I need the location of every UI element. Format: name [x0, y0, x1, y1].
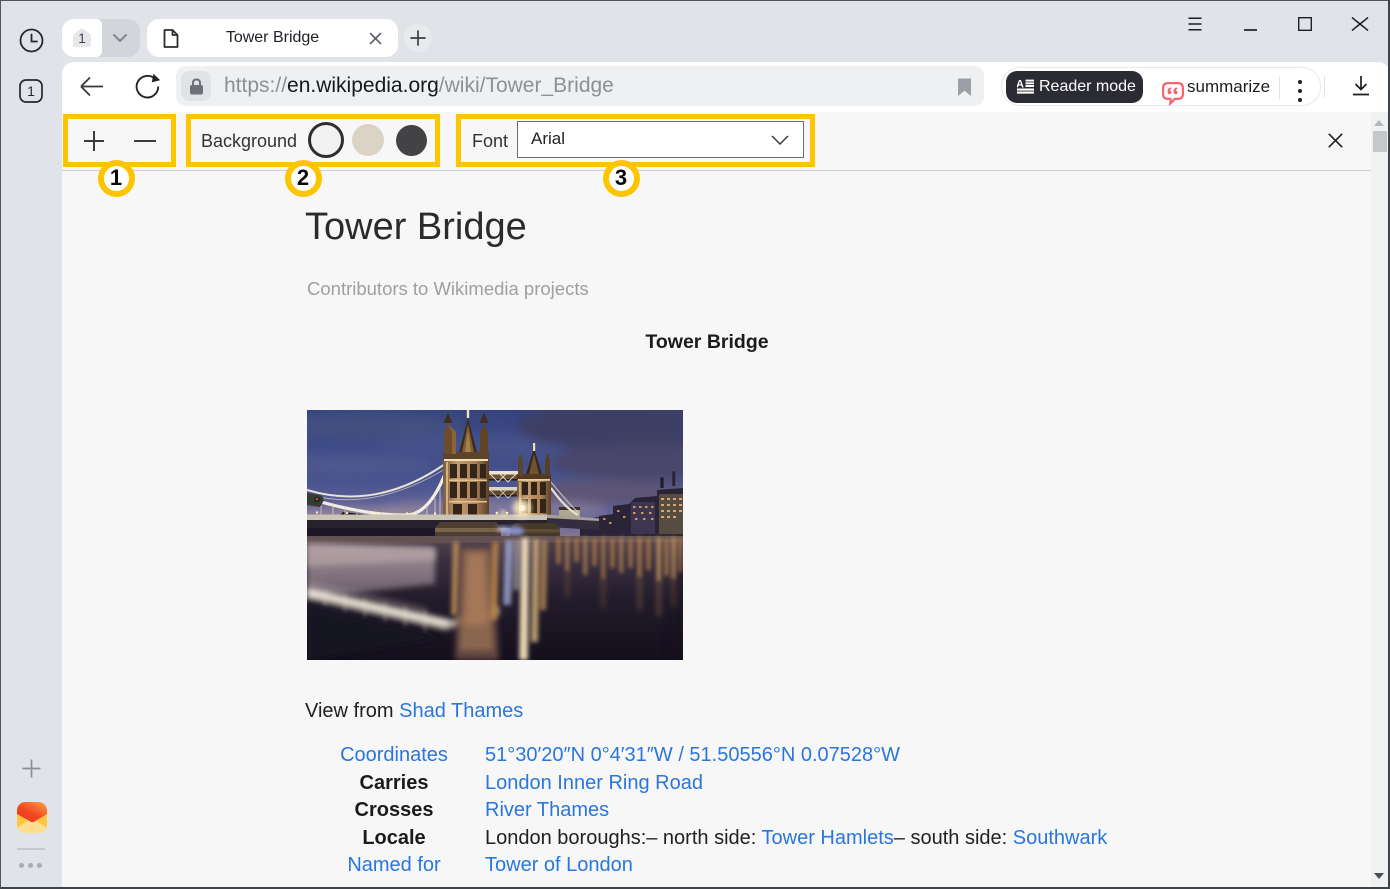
- svg-text:1: 1: [78, 31, 86, 46]
- svg-text:1: 1: [27, 83, 35, 99]
